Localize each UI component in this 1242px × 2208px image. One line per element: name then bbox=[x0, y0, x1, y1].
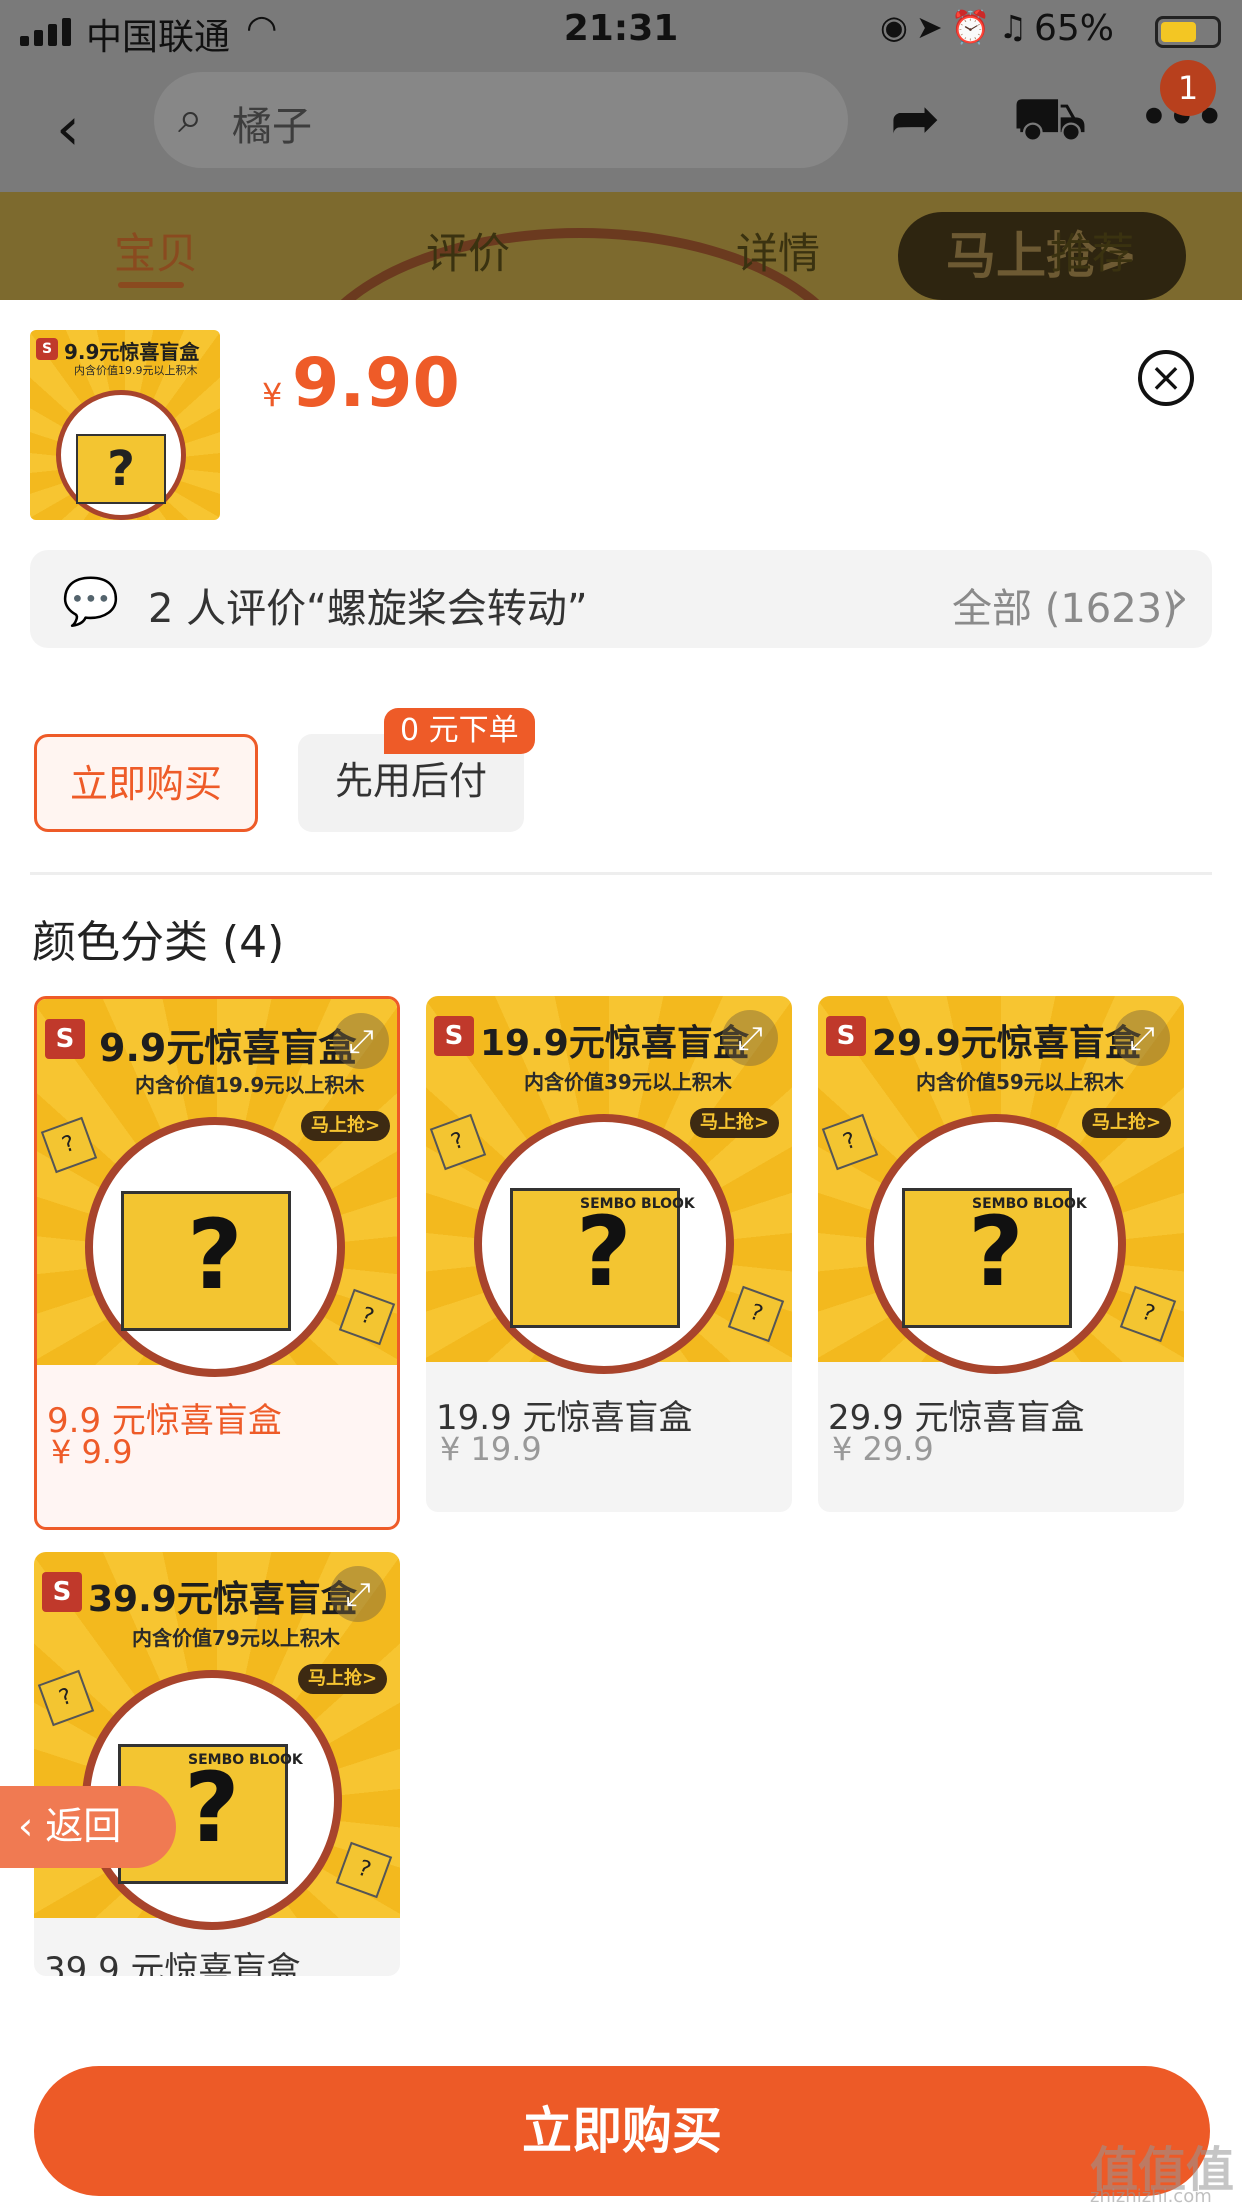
detail-tabs: 宝贝 评价 详情 马上抢> 推荐 bbox=[0, 192, 1242, 300]
tab-recommend[interactable]: 推荐 bbox=[1050, 220, 1134, 281]
brand-logo-icon: S bbox=[45, 1019, 85, 1059]
thumb-title: 9.9元惊喜盲盒 bbox=[64, 340, 200, 364]
question-mark-icon: ? bbox=[187, 1199, 243, 1311]
nav-bar: ‹ ⌕ 橘子 ➦ ⛟ ••• 1 bbox=[0, 60, 1242, 192]
variant-card[interactable]: S 9.9元惊喜盲盒 内含价值19.9元以上积木 马上抢> ? ? ? ⤢ 9.… bbox=[34, 996, 400, 1530]
close-icon[interactable]: × bbox=[1138, 350, 1194, 406]
battery-percent: 65% bbox=[1034, 8, 1115, 49]
buy-now-option[interactable]: 立即购买 bbox=[34, 734, 258, 832]
brand-logo-icon: S bbox=[42, 1572, 82, 1612]
sku-sheet: S 9.9元惊喜盲盒 内含价值19.9元以上积木 ? ¥ 9.90 × 💬 2 … bbox=[0, 300, 1242, 2208]
color-section-title: 颜色分类 (4) bbox=[32, 917, 285, 968]
share-icon[interactable]: ➦ bbox=[890, 84, 940, 154]
tab-reviews[interactable]: 评价 bbox=[426, 220, 510, 281]
variant-image-subtitle: 内含价值19.9元以上积木 bbox=[135, 1073, 365, 1097]
variant-image-subtitle: 内含价值79元以上积木 bbox=[132, 1626, 340, 1650]
status-icons: ◉➤⏰♫ bbox=[880, 8, 1036, 46]
variant-price: ¥ 9.9 bbox=[51, 1433, 133, 1471]
cart-badge: 1 bbox=[1160, 60, 1216, 116]
search-input[interactable]: ⌕ 橘子 bbox=[154, 72, 848, 168]
brand-logo-icon: S bbox=[434, 1016, 474, 1056]
variant-image-title: 9.9元惊喜盲盒 bbox=[99, 1026, 357, 1070]
variant-image: S 29.9元惊喜盲盒 内含价值59元以上积木 马上抢> ? ? ? SEMBO… bbox=[818, 996, 1184, 1374]
review-count-link[interactable]: 全部 (1623) bbox=[952, 576, 1178, 634]
zero-order-badge: 0 元下单 bbox=[384, 708, 535, 754]
small-box-icon: ? bbox=[338, 1288, 396, 1346]
brand-text: SEMBO BLOOK bbox=[972, 1196, 1087, 1212]
divider bbox=[30, 872, 1212, 875]
chat-bubble-icon: 💬 bbox=[62, 574, 120, 628]
search-icon: ⌕ bbox=[178, 92, 203, 143]
variant-image-title: 39.9元惊喜盲盒 bbox=[88, 1579, 357, 1620]
variant-image-subtitle: 内含价值39元以上积木 bbox=[524, 1070, 732, 1094]
small-box-icon: ? bbox=[429, 1113, 487, 1171]
variant-card[interactable]: S 39.9元惊喜盲盒 内含价值79元以上积木 马上抢> ? ? ? SEMBO… bbox=[34, 1552, 400, 1976]
expand-icon[interactable]: ⤢ bbox=[722, 1010, 778, 1066]
back-float-button[interactable]: ‹ 返回 bbox=[0, 1786, 176, 1868]
buy-now-button[interactable]: 立即购买 bbox=[34, 2066, 1210, 2196]
chevron-left-icon: ‹ bbox=[18, 1804, 46, 1848]
battery-icon bbox=[1155, 16, 1221, 48]
expand-icon[interactable]: ⤢ bbox=[333, 1013, 389, 1069]
question-box-icon: ? bbox=[76, 434, 166, 504]
question-mark-icon: ? bbox=[576, 1196, 632, 1308]
variant-image-title: 19.9元惊喜盲盒 bbox=[480, 1023, 749, 1064]
chevron-right-icon: › bbox=[1170, 570, 1189, 624]
price-currency: ¥ bbox=[262, 376, 283, 414]
watermark-url: zhizhizhi.com bbox=[1090, 2186, 1212, 2207]
status-bar: 中国联通 ◠ 21:31 ◉➤⏰♫ 65% bbox=[0, 0, 1242, 64]
tab-item[interactable]: 宝贝 bbox=[114, 220, 198, 281]
variant-price: ¥ 19.9 bbox=[440, 1430, 542, 1468]
variant-price: ¥ 29.9 bbox=[832, 1430, 934, 1468]
cart-icon[interactable]: ⛟ bbox=[1012, 84, 1087, 162]
small-box-icon: ? bbox=[37, 1669, 95, 1727]
variant-image: S 9.9元惊喜盲盒 内含价值19.9元以上积木 马上抢> ? ? ? ⤢ bbox=[37, 999, 397, 1377]
grab-tag: 马上抢> bbox=[301, 1111, 391, 1141]
search-placeholder: 橘子 bbox=[232, 104, 312, 150]
grab-tag: 马上抢> bbox=[298, 1664, 388, 1694]
brand-logo-icon: S bbox=[826, 1016, 866, 1056]
price: 9.90 bbox=[292, 344, 460, 423]
small-box-icon: ? bbox=[335, 1841, 393, 1899]
variant-image-title: 29.9元惊喜盲盒 bbox=[872, 1023, 1141, 1064]
section-title-cutoff bbox=[30, 672, 230, 694]
review-text: 2 人评价“螺旋桨会转动” bbox=[148, 586, 588, 632]
variant-image-subtitle: 内含价值59元以上积木 bbox=[916, 1070, 1124, 1094]
promo-banner[interactable]: 马上抢> bbox=[898, 212, 1186, 300]
variant-image: S 19.9元惊喜盲盒 内含价值39元以上积木 马上抢> ? ? ? SEMBO… bbox=[426, 996, 792, 1374]
small-box-icon: ? bbox=[1119, 1285, 1177, 1343]
brand-text: SEMBO BLOOK bbox=[580, 1196, 695, 1212]
variant-name: 39.9 元惊喜盲盒 bbox=[44, 1950, 301, 1976]
tab-details[interactable]: 详情 bbox=[736, 220, 820, 281]
review-summary[interactable]: 💬 2 人评价“螺旋桨会转动” 全部 (1623) › bbox=[30, 550, 1212, 648]
expand-icon[interactable]: ⤢ bbox=[1114, 1010, 1170, 1066]
small-box-icon: ? bbox=[40, 1116, 98, 1174]
question-mark-icon: ? bbox=[184, 1752, 240, 1864]
brand-logo-icon: S bbox=[36, 338, 58, 360]
tab-underline bbox=[118, 282, 184, 288]
back-label: 返回 bbox=[45, 1804, 122, 1848]
grab-tag: 马上抢> bbox=[690, 1108, 780, 1138]
question-mark-icon: ? bbox=[968, 1196, 1024, 1308]
variant-card[interactable]: S 29.9元惊喜盲盒 内含价值59元以上积木 马上抢> ? ? ? SEMBO… bbox=[818, 996, 1184, 1512]
expand-icon[interactable]: ⤢ bbox=[330, 1566, 386, 1622]
grab-tag: 马上抢> bbox=[1082, 1108, 1172, 1138]
small-box-icon: ? bbox=[821, 1113, 879, 1171]
brand-text: SEMBO BLOOK bbox=[188, 1752, 303, 1768]
small-box-icon: ? bbox=[727, 1285, 785, 1343]
thumb-subtitle: 内含价值19.9元以上积木 bbox=[74, 364, 198, 377]
product-thumbnail[interactable]: S 9.9元惊喜盲盒 内含价值19.9元以上积木 ? bbox=[30, 330, 220, 520]
back-icon[interactable]: ‹ bbox=[56, 94, 80, 164]
variant-card[interactable]: S 19.9元惊喜盲盒 内含价值39元以上积木 马上抢> ? ? ? SEMBO… bbox=[426, 996, 792, 1512]
